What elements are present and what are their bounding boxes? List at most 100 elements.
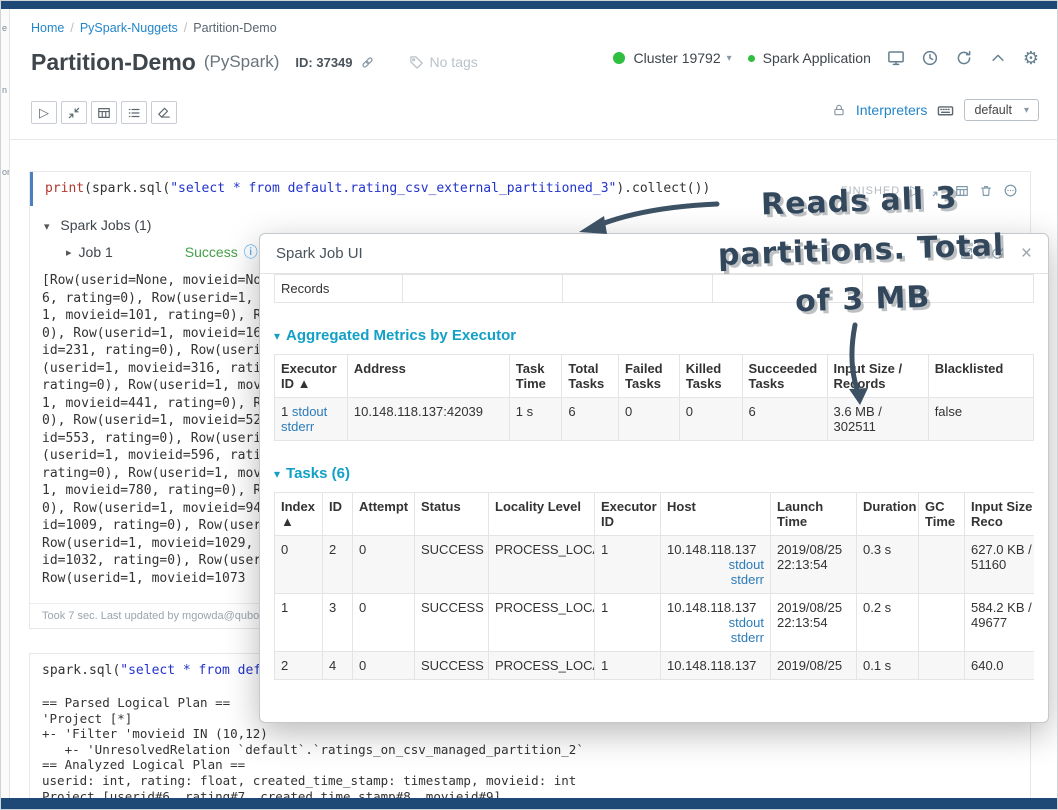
host-cell: 10.148.118.137 [660, 651, 771, 680]
clear-output-button[interactable] [151, 101, 177, 124]
code-editor-row[interactable]: print(spark.sql("select * from default.r… [30, 172, 1030, 206]
show-table-button[interactable] [91, 101, 117, 124]
cluster-selector[interactable]: Cluster 19792 ▾ [613, 50, 732, 66]
show-output-table-icon[interactable] [955, 184, 969, 198]
gear-icon[interactable]: ⚙ [1023, 49, 1039, 67]
chevron-down-icon: ▾ [44, 221, 50, 233]
column-header[interactable]: Blacklisted [927, 354, 1035, 398]
keyboard-shortcuts-icon[interactable] [937, 102, 954, 119]
column-header[interactable]: Killed Tasks [678, 354, 743, 398]
dashboard-monitor-icon[interactable] [887, 49, 905, 67]
list-view-button[interactable] [121, 101, 147, 124]
table-row[interactable]: 1 stdout stderr 10.148.118.137:42039 1 s… [274, 397, 1035, 441]
collapse-all-button[interactable] [61, 101, 87, 124]
code-line[interactable]: spark.sql("select * from defa [42, 663, 269, 678]
table-cell: 627.0 KB / 51160 [964, 535, 1034, 594]
column-header[interactable]: Executor ID [594, 492, 661, 536]
link-icon[interactable] [360, 55, 375, 70]
stderr-link[interactable]: stderr [731, 572, 764, 587]
spark-jobs-toggle[interactable]: ▾ Spark Jobs (1) [44, 217, 1016, 233]
column-header[interactable]: Task Time [508, 354, 563, 398]
column-header[interactable]: Index ▲ [274, 492, 323, 536]
modal-header: Spark Job UI × [260, 234, 1048, 274]
table-cell [862, 274, 1034, 303]
tag-icon [409, 55, 424, 70]
section-aggregated-metrics[interactable]: ▾ Aggregated Metrics by Executor [274, 327, 1034, 344]
run-paragraph-button[interactable]: ▷ [910, 182, 921, 199]
column-header[interactable]: Locality Level [488, 492, 595, 536]
breadcrumb-current: Partition-Demo [193, 21, 277, 35]
breadcrumb-project-link[interactable]: PySpark-Nuggets [80, 21, 178, 35]
refresh-icon[interactable] [990, 246, 1005, 261]
table-row[interactable]: 2 4 0 SUCCESS PROCESS_LOCAL 1 10.148.118… [274, 651, 1034, 680]
breadcrumb-home-link[interactable]: Home [31, 21, 64, 35]
header-actions: Cluster 19792 ▾ Spark Application ⚙ [613, 49, 1039, 67]
stdout-link[interactable]: stdout [729, 557, 764, 572]
section-tasks[interactable]: ▾ Tasks (6) [274, 465, 1034, 482]
refresh-icon[interactable] [955, 49, 973, 67]
table-row[interactable]: 1 3 0 SUCCESS PROCESS_LOCAL 1 10.148.118… [274, 593, 1034, 652]
tags-area[interactable]: No tags [409, 54, 478, 70]
table-cell: SUCCESS [414, 593, 489, 652]
table-cell: 3 [322, 593, 353, 652]
trash-icon[interactable] [979, 184, 993, 198]
stderr-link[interactable]: stderr [281, 419, 314, 434]
collapse-paragraph-icon[interactable] [931, 184, 945, 198]
modal-title: Spark Job UI [276, 245, 363, 262]
lock-icon[interactable] [832, 103, 846, 117]
breadcrumb-separator: / [183, 21, 188, 35]
chevron-down-icon: ▾ [726, 52, 732, 64]
column-header[interactable]: Succeeded Tasks [741, 354, 828, 398]
stdout-link[interactable]: stdout [729, 615, 764, 630]
stderr-link[interactable]: stderr [731, 630, 764, 645]
sidebar-fragment: on [2, 167, 9, 177]
cluster-label: Cluster 19792 [633, 50, 721, 66]
close-icon[interactable]: × [1021, 243, 1032, 265]
chevron-up-icon[interactable] [989, 49, 1007, 67]
top-chrome-strip [1, 1, 1057, 9]
bottom-chrome-strip [1, 798, 1057, 809]
column-header[interactable]: Total Tasks [561, 354, 620, 398]
table-cell: 0 [352, 651, 415, 680]
table-cell: 0 [678, 397, 743, 441]
job-status-badge: Success [184, 244, 238, 260]
table-row[interactable]: 0 2 0 SUCCESS PROCESS_LOCAL 1 10.148.118… [274, 535, 1034, 594]
table-cell: 2 [322, 535, 353, 594]
table-cell: PROCESS_LOCAL [488, 593, 595, 652]
breadcrumb: Home / PySpark-Nuggets / Partition-Demo [31, 21, 277, 35]
interpreters-link[interactable]: Interpreters [856, 102, 928, 118]
app-window: e n on Home / PySpark-Nuggets / Partition-De… [0, 0, 1058, 810]
column-header[interactable]: Input Size / Reco [964, 492, 1034, 536]
history-icon[interactable] [921, 49, 939, 67]
spark-application-link[interactable]: Spark Application [747, 50, 871, 66]
column-header[interactable]: Address [346, 354, 510, 398]
interpreter-dropdown[interactable]: default ▾ [964, 99, 1039, 121]
column-header[interactable]: GC Time [918, 492, 965, 536]
column-header[interactable]: Duration [856, 492, 919, 536]
column-header[interactable]: Launch Time [770, 492, 857, 536]
info-icon[interactable]: ⓘ [244, 242, 258, 262]
spark-app-label: Spark Application [762, 50, 871, 66]
table-cell: 1 [274, 593, 323, 652]
tasks-table-viewport: Index ▲ ID Attempt Status Locality Level… [274, 492, 1034, 680]
column-header[interactable]: Status [414, 492, 489, 536]
stdout-link[interactable]: stdout [292, 404, 327, 419]
interpreter-value: default [974, 103, 1012, 117]
kernel-label: (PySpark) [203, 52, 280, 71]
table-cell: 0.3 s [856, 535, 919, 594]
cluster-status-dot [613, 52, 626, 64]
column-header[interactable]: Failed Tasks [618, 354, 680, 398]
column-header[interactable]: Host [660, 492, 771, 536]
column-header[interactable]: Executor ID ▲ [274, 354, 348, 398]
run-all-button[interactable]: ▷ [31, 101, 57, 124]
column-header[interactable]: ID [322, 492, 353, 536]
open-external-icon[interactable] [959, 246, 974, 261]
collapsed-left-sidebar[interactable]: e n on [1, 9, 10, 798]
code-line[interactable]: print(spark.sql("select * from default.r… [45, 181, 710, 196]
column-header[interactable]: Attempt [352, 492, 415, 536]
column-header[interactable]: Input Size / Records [826, 354, 929, 398]
table-cell: 2019/08/25 22:13:54 [770, 535, 857, 594]
table-cell [402, 274, 563, 303]
more-options-icon[interactable] [1003, 183, 1018, 198]
table-cell: 2019/08/25 [770, 651, 857, 680]
